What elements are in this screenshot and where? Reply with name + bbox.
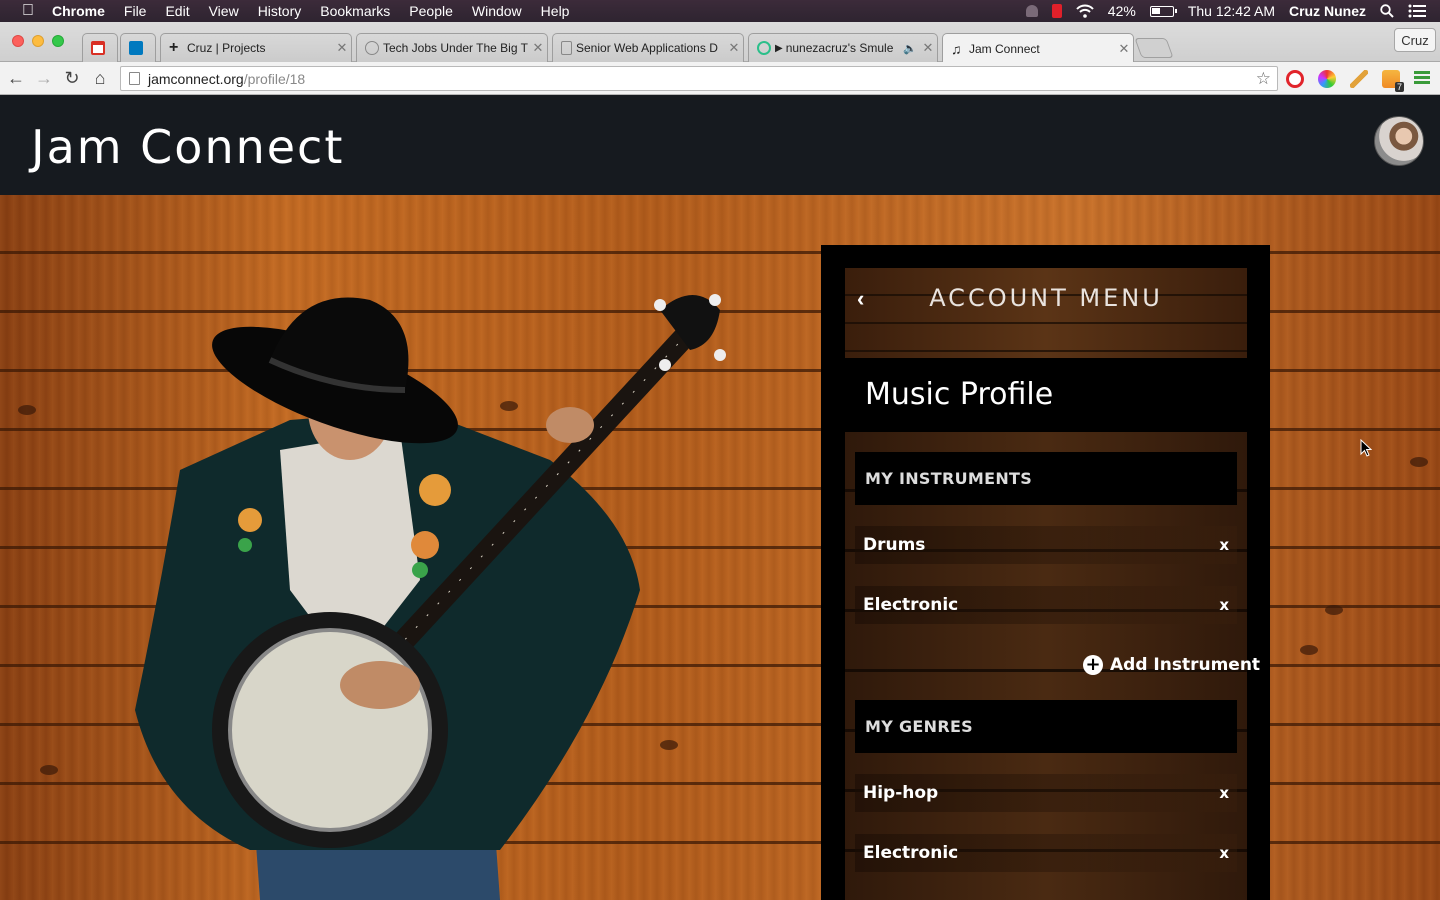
music-note-icon: ♫ (951, 40, 962, 57)
add-circle-icon: + (1083, 655, 1103, 675)
back-arrow-icon[interactable]: ← (6, 68, 26, 88)
tab-cruz-projects[interactable]: + Cruz | Projects ✕ (160, 33, 352, 62)
speaker-icon[interactable]: 🔈 (903, 42, 917, 55)
tab-title: nunezacruz's Smule (785, 41, 894, 55)
account-menu-title: ACCOUNT MENU (929, 284, 1163, 312)
remove-icon[interactable]: x (1219, 536, 1229, 554)
bookmark-star-icon[interactable]: ☆ (1256, 69, 1271, 89)
menu-app-name[interactable]: Chrome (52, 3, 105, 19)
instrument-label: Electronic (863, 595, 959, 615)
genre-label: Electronic (863, 843, 959, 863)
tab-tech-jobs[interactable]: Tech Jobs Under The Big T ✕ (356, 33, 548, 62)
tab-close-icon[interactable]: ✕ (1115, 41, 1133, 57)
instrument-label: Drums (863, 535, 926, 555)
window-close-button[interactable] (12, 35, 24, 47)
color-picker-extension-icon[interactable] (1318, 70, 1336, 88)
clock[interactable]: Thu 12:42 AM (1188, 3, 1275, 19)
forward-arrow-icon[interactable]: → (34, 68, 54, 88)
menu-edit[interactable]: Edit (165, 3, 189, 19)
address-bar[interactable]: jamconnect.org/profile/18 ☆ (120, 66, 1278, 91)
document-icon (561, 41, 572, 55)
spotlight-icon[interactable] (1380, 4, 1394, 18)
mouse-cursor-icon (1360, 439, 1372, 457)
tab-title: Cruz | Projects (187, 41, 266, 55)
menu-bookmarks[interactable]: Bookmarks (320, 3, 390, 19)
menu-help[interactable]: Help (541, 3, 570, 19)
window-minimize-button[interactable] (32, 35, 44, 47)
genres-heading: MY GENRES (855, 700, 1237, 753)
tab-smule[interactable]: ▶ nunezacruz's Smule 🔈 ✕ (748, 33, 938, 62)
url-path: /profile/18 (243, 70, 306, 87)
genre-label: Hip-hop (863, 783, 939, 803)
genre-item: Hip-hop x (855, 774, 1237, 812)
menu-people[interactable]: People (409, 3, 453, 19)
tab-trello[interactable] (120, 33, 156, 62)
gmail-icon (91, 41, 105, 55)
wood-knot (18, 405, 36, 415)
menu-view[interactable]: View (209, 3, 239, 19)
trello-icon (129, 41, 143, 55)
profile-button[interactable]: Cruz (1394, 28, 1436, 52)
extension-badge: 7 (1394, 82, 1404, 92)
wood-knot (1410, 457, 1428, 467)
ruler-extension-icon[interactable] (1350, 70, 1368, 88)
banjo-player-illustration (135, 294, 726, 900)
menu-history[interactable]: History (258, 3, 302, 19)
avatar[interactable] (1374, 116, 1424, 166)
tab-jam-connect[interactable]: ♫ Jam Connect ✕ (942, 33, 1134, 63)
site-logo-title[interactable]: Jam Connect (31, 120, 344, 174)
instruments-heading: MY INSTRUMENTS (855, 452, 1237, 505)
remove-icon[interactable]: x (1219, 844, 1229, 862)
tab-close-icon[interactable]: ✕ (725, 40, 743, 56)
wifi-icon[interactable] (1076, 4, 1094, 18)
remove-icon[interactable]: x (1219, 784, 1229, 802)
menu-window[interactable]: Window (472, 3, 522, 19)
menu-file[interactable]: File (124, 3, 147, 19)
tab-close-icon[interactable]: ✕ (919, 40, 937, 56)
globe-icon (365, 41, 379, 55)
tab-senior-web[interactable]: Senior Web Applications D ✕ (552, 33, 744, 62)
page-icon (129, 72, 140, 85)
opera-extension-icon[interactable] (1286, 70, 1304, 88)
battery-icon[interactable] (1149, 5, 1177, 17)
instrument-item: Drums x (855, 526, 1237, 564)
playing-icon: ▶ (775, 42, 783, 54)
notification-icon[interactable] (1025, 5, 1038, 17)
wood-knot (40, 765, 58, 775)
instrument-item: Electronic x (855, 586, 1237, 624)
tab-gmail[interactable] (82, 33, 118, 62)
tab-title: Tech Jobs Under The Big T (383, 41, 528, 55)
chrome-menu-icon[interactable] (1414, 71, 1430, 85)
tab-close-icon[interactable]: ✕ (333, 40, 351, 56)
wood-knot (1300, 645, 1318, 655)
remove-icon[interactable]: x (1219, 596, 1229, 614)
battery-percent: 42% (1107, 3, 1136, 19)
macos-menu-bar:  Chrome File Edit View History Bookmark… (0, 0, 1440, 22)
new-tab-button[interactable] (1134, 38, 1174, 58)
notification-center-icon[interactable] (1408, 4, 1426, 18)
user-name[interactable]: Cruz Nunez (1289, 3, 1366, 19)
wood-knot (1325, 605, 1343, 615)
browser-toolbar: ← → ↻ ⌂ jamconnect.org/profile/18 ☆ 7 (0, 62, 1440, 95)
tab-title: Senior Web Applications D (576, 41, 718, 55)
browser-tab-strip: + Cruz | Projects ✕ Tech Jobs Under The … (0, 22, 1440, 63)
account-menu-header: ‹ ACCOUNT MENU (845, 268, 1247, 358)
tab-close-icon[interactable]: ✕ (529, 40, 547, 56)
genre-item: Electronic x (855, 834, 1237, 872)
tab-title: Jam Connect (969, 41, 1040, 56)
url-host: jamconnect.org (148, 70, 244, 87)
add-instrument-button[interactable]: + Add Instrument (1083, 653, 1260, 677)
smule-icon (757, 41, 771, 55)
add-instrument-label: Add Instrument (1110, 655, 1261, 675)
page-title: Music Profile (865, 377, 1054, 412)
plus-icon: + (169, 39, 179, 56)
weather-extension-icon[interactable]: 7 (1382, 70, 1404, 92)
reload-icon[interactable]: ↻ (62, 68, 82, 88)
red-flag-icon[interactable] (1051, 4, 1062, 18)
apple-icon[interactable]:  (18, 2, 38, 20)
window-zoom-button[interactable] (52, 35, 64, 47)
home-icon[interactable]: ⌂ (90, 68, 110, 88)
